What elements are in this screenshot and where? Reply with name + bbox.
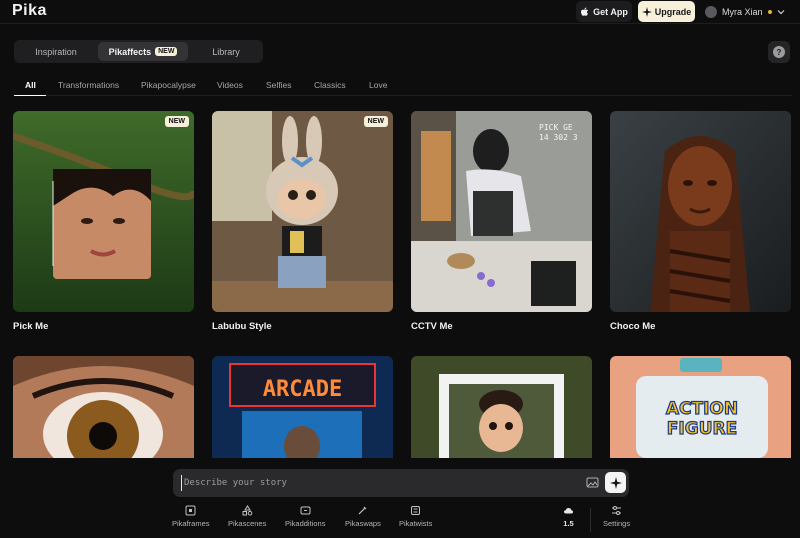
get-app-button[interactable]: Get App [576,1,632,22]
tool-pikaswaps[interactable]: Pikaswaps [345,505,381,528]
card-thumbnail: PICK GE 14 302 3 [411,111,592,312]
user-menu[interactable]: Myra Xian [705,3,785,20]
tab-label: Inspiration [35,46,77,57]
action-text: ACTION [666,399,738,419]
help-button[interactable]: ? [768,41,790,63]
category-all[interactable]: All [25,80,36,90]
shapes-icon [242,505,252,516]
arcade-sign-text: ARCADE [263,377,342,402]
effect-card-arcade[interactable]: ARCADE [212,356,393,458]
pika-logo[interactable]: Pika [12,2,47,20]
card-thumbnail: NEW [13,111,194,312]
card-title: Pick Me [13,321,49,332]
category-tabs: All Transformations Pikapocalypse Videos… [14,76,792,96]
eye-closeup-image [13,356,194,458]
twist-icon [411,506,421,515]
prompt-input[interactable] [181,475,561,491]
figure-text: FIGURE [667,419,737,439]
jungle-portrait-image [13,111,194,312]
tool-pikaframes[interactable]: Pikaframes [172,505,210,528]
tab-label: Library [212,46,240,57]
effect-card-action-figure[interactable]: ACTION FIGURE [610,356,791,458]
user-name: Myra Xian [722,6,763,17]
sliders-icon [612,506,622,515]
card-title: Labubu Style [212,321,272,332]
category-selfies[interactable]: Selfies [266,80,292,90]
tool-label: Pikadditions [285,519,326,528]
cctv-overlay-line2: 14 302 3 [539,133,578,142]
new-badge: NEW [155,47,178,56]
avatar [705,5,717,18]
generate-button[interactable] [605,472,626,493]
category-videos[interactable]: Videos [217,80,243,90]
chocolate-portrait-image [610,111,791,312]
sparkle-icon [641,6,652,17]
tab-pikaffects[interactable]: Pikaffects NEW [98,42,188,61]
card-title: Choco Me [610,321,656,332]
tool-label: Pikaframes [172,519,210,528]
effect-card-cartoon-portrait[interactable] [411,356,592,458]
tool-label: Pikatwists [399,519,433,528]
upgrade-label: Upgrade [654,6,692,17]
action-figure-box-image: ACTION FIGURE [610,356,791,458]
cloud-icon [564,508,573,514]
swap-brush-icon [358,506,367,515]
settings-button[interactable]: Settings [603,505,630,528]
card-thumbnail: NEW [212,111,393,312]
divider [590,508,591,532]
sparkle-icon [609,476,622,489]
model-version: 1.5 [563,519,574,528]
image-upload-icon[interactable] [586,476,599,489]
chevron-down-icon [777,9,784,14]
upgrade-button[interactable]: Upgrade [638,1,695,22]
tab-library[interactable]: Library [192,42,260,61]
arcade-cabinet-image: ARCADE [212,356,393,458]
category-pikapocalypse[interactable]: Pikapocalypse [141,80,196,90]
cctv-overlay-text: PICK GE 14 302 3 [539,123,578,143]
card-thumbnail [610,111,791,312]
tab-label: Pikaffects [108,46,152,57]
apple-icon [581,7,589,16]
model-selector[interactable]: 1.5 [563,505,574,528]
frame-icon [185,505,196,516]
cctv-overlay-line1: PICK GE [539,123,573,132]
tool-pikadditions[interactable]: Pikadditions [285,505,325,528]
tool-pikatwists[interactable]: Pikatwists [399,505,432,528]
tool-pikascenes[interactable]: Pikascenes [228,505,266,528]
tab-inspiration[interactable]: Inspiration [17,42,95,61]
help-icon: ? [773,46,785,58]
section-tabs: Inspiration Pikaffects NEW Library [14,40,263,63]
status-dot [767,9,772,14]
new-badge: NEW [363,116,388,127]
settings-label: Settings [603,519,631,528]
addition-icon [300,506,311,515]
category-love[interactable]: Love [369,80,387,90]
new-badge: NEW [164,116,189,127]
card-title: CCTV Me [411,321,453,332]
prompt-bar [173,469,629,497]
category-transformations[interactable]: Transformations [58,80,119,90]
tool-label: Pikascenes [228,519,267,528]
get-app-label: Get App [593,6,628,17]
top-bar: Pika Get App Upgrade Myra Xian [0,0,800,24]
category-classics[interactable]: Classics [314,80,346,90]
tool-label: Pikaswaps [345,519,381,528]
effect-card-eye[interactable] [13,356,194,458]
active-tab-underline [14,95,46,96]
cartoon-frame-image [411,356,592,458]
labubu-toy-image [212,111,393,312]
